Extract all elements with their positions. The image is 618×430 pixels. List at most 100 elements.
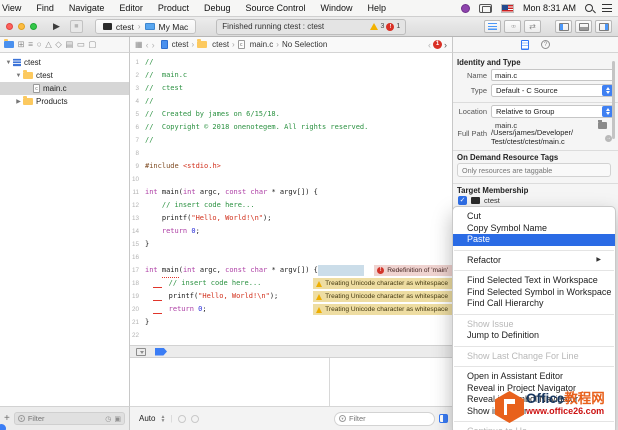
location-dropdown[interactable]: Relative to Group <box>491 105 615 118</box>
report-navigator-icon[interactable]: ▢ <box>88 40 96 49</box>
line-number[interactable]: 14 <box>130 225 145 238</box>
line-number[interactable]: 9 <box>130 160 145 173</box>
open-path-arrow-icon[interactable]: → <box>605 135 612 142</box>
menu-product[interactable]: Product <box>158 3 189 13</box>
menu-find[interactable]: Find <box>36 3 54 13</box>
menu-item-paste[interactable]: Paste <box>453 234 615 246</box>
line-number[interactable]: 2 <box>130 69 145 82</box>
line-number[interactable]: 8 <box>130 147 145 160</box>
navigator-filter-field[interactable]: ▾ ◷ ▣ <box>13 412 125 425</box>
menu-window[interactable]: Window <box>321 3 353 13</box>
scheme-selector[interactable]: ctest › My Mac <box>94 19 197 34</box>
menu-help[interactable]: Help <box>368 3 387 13</box>
recent-files-icon[interactable]: ◷ <box>105 415 111 423</box>
toggle-navigator-button[interactable] <box>555 20 572 33</box>
toggle-debug-area-button[interactable] <box>575 20 592 33</box>
disclosure-closed-icon[interactable]: ▶ <box>14 98 23 105</box>
issue-navigator-icon[interactable]: △ <box>45 40 52 49</box>
code-line-16[interactable]: 16 <box>130 251 452 264</box>
toggle-inspector-button[interactable] <box>595 20 612 33</box>
code-line-13[interactable]: 13 printf("Hello, World!\n"); <box>130 212 452 225</box>
line-number[interactable]: 21 <box>130 316 145 329</box>
variables-scope-selector[interactable]: Auto <box>139 414 155 423</box>
code-line-18[interactable]: 18 // insert code here... Treating Unicod… <box>130 277 452 290</box>
file-inspector-icon[interactable] <box>521 39 529 50</box>
version-editor-button[interactable]: ⇄ <box>524 20 541 33</box>
breadcrumb-item-main-c[interactable]: c main.c <box>237 40 273 49</box>
warning-icon[interactable] <box>370 23 379 30</box>
target-checkbox[interactable]: ✓ <box>458 196 467 205</box>
sidebar-item-main-c[interactable]: c main.c <box>0 82 129 95</box>
console-panel-toggle-icon[interactable] <box>439 414 448 423</box>
code-line-1[interactable]: 1// <box>130 56 452 69</box>
code-line-21[interactable]: 21} <box>130 316 452 329</box>
zoom-window-button[interactable] <box>30 23 37 30</box>
inspector-scrollbar[interactable] <box>612 61 615 139</box>
source-control-status-icon[interactable]: ▣ <box>114 415 121 423</box>
code-line-10[interactable]: 10 <box>130 173 452 186</box>
line-number[interactable]: 12 <box>130 199 145 212</box>
project-navigator-icon[interactable] <box>4 39 14 48</box>
code-line-14[interactable]: 14 return 0; <box>130 225 452 238</box>
odr-tags-input[interactable] <box>462 165 606 175</box>
vpn-status-icon[interactable] <box>460 3 470 13</box>
run-button[interactable]: ▶ <box>53 21 60 32</box>
warning-banner[interactable]: Treating Unicode character as whitespace <box>313 278 452 289</box>
code-line-3[interactable]: 3// ctest <box>130 82 452 95</box>
line-number[interactable]: 18 <box>130 277 145 290</box>
error-banner[interactable]: ! Redefinition of 'main' <box>374 265 452 276</box>
code-line-19[interactable]: 19 printf("Hello, World!\n"); Treating Un… <box>130 290 452 303</box>
source-control-navigator-icon[interactable]: ⊞ <box>18 40 25 49</box>
breadcrumb-item-ctest[interactable]: ctest <box>160 40 188 49</box>
code-line-15[interactable]: 15} <box>130 238 452 251</box>
close-window-button[interactable] <box>6 23 13 30</box>
menu-navigate[interactable]: Navigate <box>69 3 105 13</box>
code-line-9[interactable]: 9 #include <stdio.h> <box>130 160 452 173</box>
code-line-11[interactable]: 11 int main(int argc, const char * argv[]… <box>130 186 452 199</box>
code-line-5[interactable]: 5// Created by james on 6/15/18. <box>130 108 452 121</box>
menu-item-find-selected-text-in-workspace[interactable]: Find Selected Text in Workspace <box>453 275 615 287</box>
back-button[interactable]: ‹ <box>146 40 149 50</box>
line-number[interactable]: 20 <box>130 303 145 316</box>
choose-location-folder-icon[interactable] <box>598 120 607 129</box>
breakpoints-toggle-icon[interactable] <box>155 347 167 356</box>
breadcrumb-item-no-selection[interactable]: No Selection <box>282 40 327 49</box>
sidebar-item-ctest[interactable]: ▼ ctest <box>0 69 129 82</box>
spotlight-search-icon[interactable] <box>585 4 593 12</box>
warning-count[interactable]: 3 <box>380 23 384 30</box>
line-number[interactable]: 3 <box>130 82 145 95</box>
line-number[interactable]: 16 <box>130 251 145 264</box>
code-line-4[interactable]: 4// <box>130 95 452 108</box>
line-number[interactable]: 6 <box>130 121 145 134</box>
symbol-navigator-icon[interactable]: ≡ <box>28 40 33 49</box>
breadcrumb-item-ctest[interactable]: ctest <box>197 39 229 49</box>
line-number[interactable]: 19 <box>130 290 145 303</box>
menu-item-cut[interactable]: Cut <box>453 211 615 223</box>
menu-view[interactable]: View <box>2 3 21 13</box>
menu-item-copy-symbol-name[interactable]: Copy Symbol Name <box>453 223 615 235</box>
standard-editor-button[interactable] <box>484 20 501 33</box>
next-issue-button[interactable]: › <box>444 40 447 50</box>
forward-button[interactable]: › <box>152 40 155 50</box>
code-line-22[interactable]: 22 <box>130 329 452 342</box>
line-number[interactable]: 5 <box>130 108 145 121</box>
code-line-20[interactable]: 20 return 0; Treating Unicode character a… <box>130 303 452 316</box>
odr-tags-field[interactable] <box>457 163 611 177</box>
code-line-2[interactable]: 2// main.c <box>130 69 452 82</box>
issue-count-badge[interactable]: 1 <box>433 40 442 49</box>
notification-center-icon[interactable] <box>602 4 612 12</box>
debug-navigator-icon[interactable]: ▤ <box>65 40 73 49</box>
sidebar-item-ctest[interactable]: ▼ ctest <box>0 56 129 69</box>
warning-banner[interactable]: Treating Unicode character as whitespace <box>313 304 452 315</box>
line-number[interactable]: 4 <box>130 95 145 108</box>
name-input[interactable] <box>495 70 611 80</box>
console-filter-field[interactable]: ▾ <box>334 411 435 426</box>
menu-editor[interactable]: Editor <box>119 3 143 13</box>
code-line-6[interactable]: 6// Copyright © 2018 onenotegem. All rig… <box>130 121 452 134</box>
memory-browser-icon[interactable] <box>177 414 186 423</box>
stop-button[interactable]: ■ <box>69 20 83 33</box>
code-line-8[interactable]: 8 <box>130 147 452 160</box>
menu-debug[interactable]: Debug <box>204 3 231 13</box>
line-number[interactable]: 13 <box>130 212 145 225</box>
code-line-17[interactable]: 17 int main(int argc, const char * argv[]… <box>130 264 452 278</box>
